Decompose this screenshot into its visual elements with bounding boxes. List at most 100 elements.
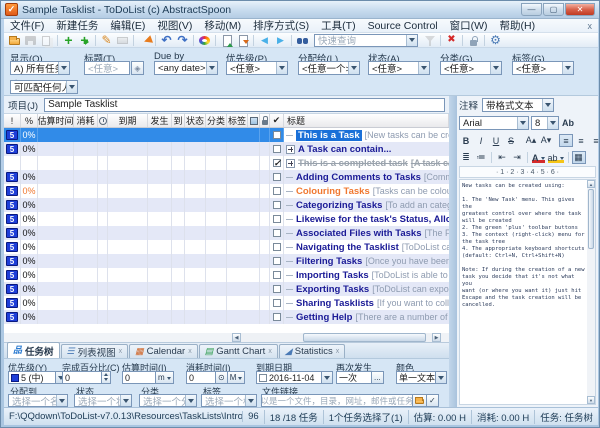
menu-new-task[interactable]: 新建任务	[50, 18, 104, 33]
priority-combo[interactable]: 5 (中)	[8, 371, 56, 384]
allocto-combo[interactable]: 选择一个名称	[8, 394, 68, 407]
scroll-thumb[interactable]	[588, 189, 594, 249]
percent-spinner[interactable]	[102, 371, 111, 384]
col-status[interactable]: 状态	[185, 114, 206, 127]
lock-icon[interactable]	[466, 34, 481, 47]
filter-dueby-combo[interactable]: <any date>	[154, 61, 218, 75]
grow-font-button[interactable]: A▴	[524, 134, 538, 147]
file-link-input[interactable]: 可以是一个文件，目录，网址，邮件或任务树	[261, 394, 413, 407]
due-date-picker[interactable]: 2016-11-04	[256, 371, 322, 384]
col-done[interactable]: ✔	[270, 114, 284, 127]
col-time-estimate[interactable]: 估算时间	[38, 114, 74, 127]
maximize-button[interactable]: ▢	[543, 3, 564, 16]
picture-icon[interactable]	[115, 34, 130, 47]
browse-folder-icon[interactable]	[413, 394, 427, 407]
filter-priority-combo[interactable]: <任意>	[226, 61, 288, 75]
copy-icon[interactable]	[39, 34, 54, 47]
table-row[interactable]: 5 0% Navigating the Tasklist[ToDoList ca…	[4, 240, 449, 254]
bold-button[interactable]: B	[459, 134, 473, 147]
page-down-icon[interactable]	[235, 34, 250, 47]
save-icon[interactable]	[23, 34, 38, 47]
col-clock[interactable]	[98, 114, 108, 127]
filter-status-combo[interactable]: <任意>	[368, 61, 430, 75]
table-row[interactable]: 5 0% Adding Comments to Tasks[Comments a…	[4, 170, 449, 184]
time-spent-input[interactable]: 0	[186, 371, 216, 384]
col-flag[interactable]	[248, 114, 260, 127]
tab-close-icon[interactable]: x	[336, 348, 340, 355]
delete-task-icon[interactable]	[444, 34, 459, 47]
tab-close-icon[interactable]: x	[119, 348, 123, 355]
menu-source-control[interactable]: Source Control	[362, 20, 444, 32]
comments-scrollbar[interactable]: ▲ ▼	[587, 180, 595, 404]
numbered-list-button[interactable]: ≔	[474, 151, 488, 164]
align-center-button[interactable]: ≡	[574, 134, 588, 147]
chevron-down-icon[interactable]	[322, 371, 333, 384]
table-row[interactable]: 5 0% Sharing Tasklists[If you want to co…	[4, 296, 449, 310]
megaphone-icon[interactable]	[137, 34, 152, 47]
menu-view[interactable]: 视图(V)	[151, 18, 198, 33]
edit-task-icon[interactable]	[99, 34, 114, 47]
menu-edit[interactable]: 编辑(E)	[104, 18, 151, 33]
prev-arrow-icon[interactable]	[257, 34, 272, 47]
horizontal-scrollbar[interactable]: ◀ ▶	[4, 333, 449, 342]
close-button[interactable]: ✕	[565, 3, 595, 16]
col-lock[interactable]	[260, 114, 270, 127]
menu-help[interactable]: 帮助(H)	[494, 18, 542, 33]
col-time-spent[interactable]: 消耗	[74, 114, 98, 127]
filter-title-input[interactable]: <任意>	[84, 61, 130, 75]
bullet-list-button[interactable]: ≣	[459, 151, 473, 164]
menu-tools[interactable]: 工具(T)	[315, 18, 361, 33]
tab-statistics[interactable]: ◢Statisticsx	[279, 344, 345, 358]
font-color-button[interactable]: A	[531, 151, 546, 164]
scroll-right-icon[interactable]: ▶	[432, 333, 441, 342]
scroll-left-icon[interactable]: ◀	[232, 333, 241, 342]
menu-window[interactable]: 窗口(W)	[444, 18, 494, 33]
scroll-thumb[interactable]	[303, 333, 426, 342]
time-estimate-input[interactable]: 0	[122, 371, 156, 384]
task-checkbox[interactable]	[273, 131, 281, 139]
table-row[interactable]: 5 0% Associated Files with Tasks[The Fil…	[4, 226, 449, 240]
menu-file[interactable]: 文件(F)	[4, 18, 50, 33]
table-row[interactable]: 5 0% A Task can contain...	[4, 142, 449, 156]
table-row[interactable]: 5 0% Exporting Tasks[ToDoList can export…	[4, 282, 449, 296]
tab-close-icon[interactable]: x	[188, 348, 192, 355]
color-combo[interactable]: 单一文本	[396, 371, 436, 384]
time-spent-clock-icon[interactable]: ⊙	[216, 371, 228, 384]
indent-button[interactable]: ⇥	[510, 151, 524, 164]
recurrence-more-button[interactable]: ...	[372, 371, 384, 384]
task-checkbox[interactable]	[273, 201, 281, 209]
align-right-button[interactable]: ≡	[589, 134, 600, 147]
next-arrow-icon[interactable]	[273, 34, 288, 47]
find-binoculars-icon[interactable]	[295, 34, 310, 47]
time-estimate-unit-button[interactable]: m	[156, 371, 174, 384]
shrink-font-button[interactable]: A▾	[539, 134, 553, 147]
table-row[interactable]: 5 0% This is a Task[New tasks can be cre…	[4, 128, 449, 142]
underline-button[interactable]: U	[489, 134, 503, 147]
category-combo[interactable]: 选择一个分类	[139, 394, 197, 407]
font-dialog-button[interactable]: Ab	[561, 117, 575, 130]
col-priority[interactable]: !	[4, 114, 21, 127]
task-checkbox[interactable]	[273, 173, 281, 181]
highlight-color-button[interactable]: ab	[547, 151, 565, 164]
minimize-button[interactable]: —	[521, 3, 542, 16]
status-combo[interactable]: 选择一个状态	[74, 394, 132, 407]
task-checkbox[interactable]	[273, 285, 281, 293]
table-row[interactable]: 5 0% Categorizing Tasks[To add an catego…	[4, 198, 449, 212]
italic-button[interactable]: I	[474, 134, 488, 147]
col-title[interactable]: 标题	[284, 114, 449, 127]
task-checkbox[interactable]	[273, 243, 281, 251]
due-date-checkbox[interactable]	[259, 374, 267, 382]
task-checkbox-checked[interactable]	[273, 159, 281, 167]
font-family-combo[interactable]: Arial	[459, 116, 529, 130]
strikethrough-button[interactable]: S	[504, 134, 518, 147]
col-tags[interactable]: 标签	[227, 114, 248, 127]
chevron-down-icon[interactable]	[436, 371, 447, 384]
scroll-up-icon[interactable]: ▲	[587, 180, 595, 188]
quick-search-input[interactable]: 快速查询	[314, 34, 418, 47]
open-folder-icon[interactable]	[7, 34, 22, 47]
file-link-view-icon[interactable]: ✓	[427, 394, 439, 407]
task-checkbox[interactable]	[273, 299, 281, 307]
filter-display-combo[interactable]: A) 所有任务	[10, 61, 70, 75]
task-checkbox[interactable]	[273, 257, 281, 265]
table-row[interactable]: 5 0% Importing Tasks[ToDoList is able to…	[4, 268, 449, 282]
